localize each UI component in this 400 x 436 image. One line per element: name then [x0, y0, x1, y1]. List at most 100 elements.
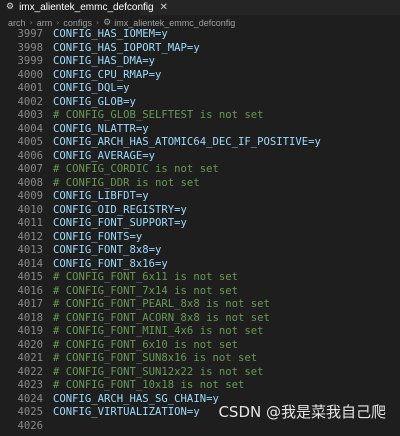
- line-number: 4022: [17, 365, 43, 378]
- code-comment[interactable]: # CONFIG_FONT_ACORN_8x8 is not set: [53, 312, 270, 326]
- code-line[interactable]: 3999 CONFIG_HAS_DMA=y: [0, 55, 400, 69]
- code-text[interactable]: CONFIG_AVERAGE=y: [53, 150, 155, 164]
- code-line[interactable]: 4007 # CONFIG_CORDIC is not set: [0, 163, 400, 177]
- line-number: 4010: [17, 203, 43, 216]
- editor-tab[interactable]: ⚙ imx_alientek_emmc_defconfig ✕: [0, 0, 168, 15]
- code-comment[interactable]: # CONFIG_FONT_7x14 is not set: [53, 285, 238, 299]
- code-comment[interactable]: # CONFIG_FONT_MINI_4x6 is not set: [53, 325, 263, 339]
- code-line[interactable]: 3998 CONFIG_HAS_IOPORT_MAP=y: [0, 42, 400, 56]
- line-number: 3999: [17, 55, 43, 67]
- code-line[interactable]: 4018 # CONFIG_FONT_ACORN_8x8 is not set: [0, 312, 400, 326]
- code-line[interactable]: 4012 CONFIG_FONTS=y: [0, 231, 400, 245]
- breadcrumb-item-arm[interactable]: arm: [37, 18, 53, 28]
- chevron-right-icon: ›: [56, 18, 60, 27]
- line-number: 4003: [17, 109, 43, 121]
- code-line[interactable]: 4005 CONFIG_ARCH_HAS_ATOMIC64_DEC_IF_POSI…: [0, 136, 400, 150]
- code-line[interactable]: 4004 CONFIG_NLATTR=y: [0, 123, 400, 137]
- chevron-right-icon: ›: [29, 18, 33, 27]
- code-text[interactable]: CONFIG_FONTS=y: [53, 231, 142, 245]
- line-number: 4013: [17, 244, 43, 256]
- line-number: 4012: [17, 230, 43, 243]
- line-number: 4009: [17, 190, 43, 202]
- code-text[interactable]: CONFIG_FONT_8x16=y: [53, 258, 168, 272]
- line-number: 4001: [17, 82, 43, 94]
- line-number: 4002: [17, 95, 43, 108]
- code-comment[interactable]: # CONFIG_FONT_6x11 is not set: [53, 271, 238, 285]
- code-line[interactable]: 4001 CONFIG_DQL=y: [0, 82, 400, 96]
- breadcrumb-item-file[interactable]: imx_alientek_emmc_defconfig: [114, 18, 235, 28]
- code-line[interactable]: 4003 # CONFIG_GLOB_SELFTEST is not set: [0, 109, 400, 123]
- line-number: 3997: [17, 28, 43, 40]
- code-text[interactable]: CONFIG_ARCH_HAS_SG_CHAIN=y: [53, 393, 219, 407]
- code-comment[interactable]: # CONFIG_FONT_10x18 is not set: [53, 379, 244, 393]
- code-text[interactable]: CONFIG_DQL=y: [53, 82, 130, 96]
- line-number: 4014: [17, 257, 43, 270]
- code-text[interactable]: CONFIG_CPU_RMAP=y: [53, 69, 161, 83]
- code-text[interactable]: CONFIG_HAS_IOMEM=y: [53, 28, 168, 42]
- line-number: 4016: [17, 284, 43, 297]
- code-text[interactable]: CONFIG_LIBFDT=y: [53, 190, 149, 204]
- gear-icon: ⚙: [103, 17, 112, 28]
- code-line[interactable]: 4020 # CONFIG_FONT_6x10 is not set: [0, 339, 400, 353]
- code-editor[interactable]: 3997 CONFIG_HAS_IOMEM=y 3998 CONFIG_HAS_IOP…: [0, 28, 400, 436]
- line-number: 4019: [17, 325, 43, 337]
- code-text[interactable]: CONFIG_FONT_SUPPORT=y: [53, 217, 187, 231]
- code-comment[interactable]: # CONFIG_FONT_SUN12x22 is not set: [53, 366, 263, 380]
- code-text[interactable]: CONFIG_FONT_8x8=y: [53, 244, 161, 258]
- code-line[interactable]: 4015 # CONFIG_FONT_6x11 is not set: [0, 271, 400, 285]
- watermark: CSDN @我是菜我自己爬: [218, 403, 386, 421]
- gear-icon: ⚙: [6, 2, 15, 12]
- code-text[interactable]: CONFIG_NLATTR=y: [53, 123, 149, 137]
- code-comment[interactable]: # CONFIG_FONT_PEARL_8x8 is not set: [53, 298, 270, 312]
- code-text[interactable]: CONFIG_ARCH_HAS_ATOMIC64_DEC_IF_POSITIVE…: [53, 136, 321, 150]
- tab-bar: ⚙ imx_alientek_emmc_defconfig ✕: [0, 0, 400, 15]
- line-number: 4005: [17, 136, 43, 148]
- line-number: 3998: [17, 41, 43, 54]
- code-comment[interactable]: # CONFIG_FONT_SUN8x16 is not set: [53, 352, 257, 366]
- code-line[interactable]: 4021 # CONFIG_FONT_SUN8x16 is not set: [0, 352, 400, 366]
- tab-title[interactable]: imx_alientek_emmc_defconfig: [19, 2, 154, 13]
- line-number: 4006: [17, 149, 43, 162]
- code-comment[interactable]: # CONFIG_FONT_6x10 is not set: [53, 339, 238, 353]
- code-line[interactable]: 4017 # CONFIG_FONT_PEARL_8x8 is not set: [0, 298, 400, 312]
- breadcrumb-item-configs[interactable]: configs: [63, 18, 92, 28]
- code-line[interactable]: 4010 CONFIG_OID_REGISTRY=y: [0, 204, 400, 218]
- line-number: 4004: [17, 122, 43, 135]
- line-number: 4017: [17, 298, 43, 310]
- code-text[interactable]: CONFIG_VIRTUALIZATION=y: [53, 406, 200, 420]
- code-comment[interactable]: # CONFIG_CORDIC is not set: [53, 163, 219, 177]
- code-line[interactable]: 4011 CONFIG_FONT_SUPPORT=y: [0, 217, 400, 231]
- line-number: 4015: [17, 271, 43, 283]
- code-line[interactable]: 4009 CONFIG_LIBFDT=y: [0, 190, 400, 204]
- code-line[interactable]: 4014 CONFIG_FONT_8x16=y: [0, 258, 400, 272]
- code-line[interactable]: 4019 # CONFIG_FONT_MINI_4x6 is not set: [0, 325, 400, 339]
- code-line[interactable]: 4002 CONFIG_GLOB=y: [0, 96, 400, 110]
- code-line[interactable]: 4023 # CONFIG_FONT_10x18 is not set: [0, 379, 400, 393]
- line-number: 4008: [17, 176, 43, 189]
- code-line[interactable]: 4000 CONFIG_CPU_RMAP=y: [0, 69, 400, 83]
- line-number: 4020: [17, 338, 43, 351]
- breadcrumb-item-arch[interactable]: arch: [8, 18, 26, 28]
- line-number: 4021: [17, 352, 43, 364]
- line-number: 4023: [17, 379, 43, 391]
- code-text[interactable]: CONFIG_OID_REGISTRY=y: [53, 204, 187, 218]
- code-comment[interactable]: # CONFIG_GLOB_SELFTEST is not set: [53, 109, 263, 123]
- line-number: 4026: [17, 419, 43, 432]
- code-line[interactable]: 4016 # CONFIG_FONT_7x14 is not set: [0, 285, 400, 299]
- code-line[interactable]: 4006 CONFIG_AVERAGE=y: [0, 150, 400, 164]
- close-icon[interactable]: ✕: [160, 2, 168, 13]
- code-text[interactable]: CONFIG_HAS_DMA=y: [53, 55, 155, 69]
- code-line[interactable]: 4022 # CONFIG_FONT_SUN12x22 is not set: [0, 366, 400, 380]
- line-number: 4007: [17, 163, 43, 175]
- line-number: 4000: [17, 68, 43, 81]
- code-comment[interactable]: # CONFIG_DDR is not set: [53, 177, 200, 191]
- code-line[interactable]: 4008 # CONFIG_DDR is not set: [0, 177, 400, 191]
- code-line[interactable]: 3997 CONFIG_HAS_IOMEM=y: [0, 28, 400, 42]
- code-text[interactable]: CONFIG_GLOB=y: [53, 96, 136, 110]
- line-number: 4025: [17, 406, 43, 418]
- line-number: 4018: [17, 311, 43, 324]
- line-number: 4011: [17, 217, 43, 229]
- code-text[interactable]: CONFIG_HAS_IOPORT_MAP=y: [53, 42, 200, 56]
- code-line[interactable]: 4013 CONFIG_FONT_8x8=y: [0, 244, 400, 258]
- line-number: 4024: [17, 392, 43, 405]
